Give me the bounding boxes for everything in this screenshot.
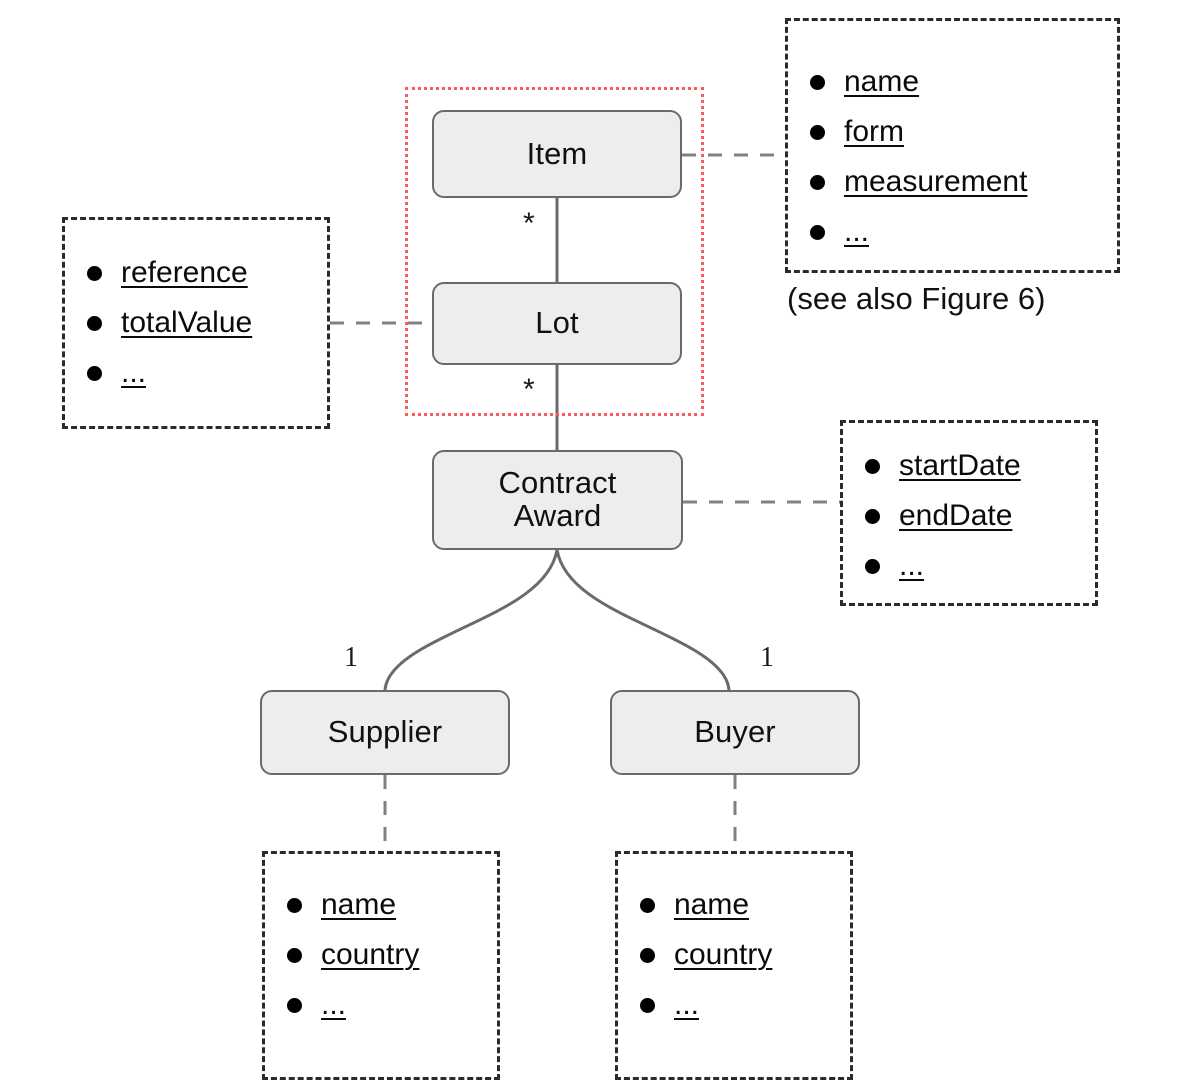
bullet-icon <box>810 125 825 140</box>
attribute-list-item: ... <box>287 990 491 1020</box>
attribute-list-item: ... <box>865 551 1089 581</box>
node-supplier[interactable]: Supplier <box>260 690 510 775</box>
attribute-list-item: form <box>810 117 1111 147</box>
note-supplier-attributes: name country ... <box>262 851 500 1080</box>
edge-contract-award-buyer <box>555 549 731 691</box>
node-buyer-label: Buyer <box>694 714 776 750</box>
attribute-label: reference <box>121 256 248 289</box>
attribute-list-item: country <box>287 940 491 970</box>
attribute-label: ... <box>899 549 925 582</box>
node-lot[interactable]: Lot <box>432 282 682 365</box>
attribute-label: ... <box>674 988 700 1021</box>
attribute-list-item: endDate <box>865 501 1089 531</box>
node-item[interactable]: Item <box>432 110 682 198</box>
bullet-icon <box>865 459 880 474</box>
attribute-label: ... <box>321 988 347 1021</box>
multiplicity-item-lot: * <box>523 207 535 240</box>
attribute-label: name <box>844 65 920 98</box>
attribute-list-item: name <box>640 890 844 920</box>
bullet-icon <box>287 998 302 1013</box>
note-lot-attributes: reference totalValue ... <box>62 217 330 429</box>
attribute-label: ... <box>121 356 147 389</box>
bullet-icon <box>87 366 102 381</box>
node-buyer[interactable]: Buyer <box>610 690 860 775</box>
node-supplier-label: Supplier <box>327 714 443 750</box>
node-lot-label: Lot <box>535 305 579 341</box>
node-contract-award[interactable]: Contract Award <box>432 450 683 550</box>
attribute-label: form <box>844 115 904 148</box>
uml-class-diagram: Item Lot Contract Award Supplier Buyer *… <box>0 0 1200 1083</box>
edge-contract-award-supplier <box>383 549 559 691</box>
bullet-icon <box>287 948 302 963</box>
attribute-list-item: reference <box>87 258 321 288</box>
bullet-icon <box>287 898 302 913</box>
multiplicity-supplier: 1 <box>344 642 358 673</box>
bullet-icon <box>810 175 825 190</box>
bullet-icon <box>865 509 880 524</box>
node-contract-award-label: Contract Award <box>498 465 617 533</box>
bullet-icon <box>865 559 880 574</box>
attribute-list-item: ... <box>87 358 321 388</box>
bullet-icon <box>640 948 655 963</box>
bullet-icon <box>810 225 825 240</box>
attribute-list-item: totalValue <box>87 308 321 338</box>
attribute-list-item: ... <box>640 990 844 1020</box>
note-item-attributes: name form measurement ... <box>785 18 1120 273</box>
bullet-icon <box>87 266 102 281</box>
bullet-icon <box>640 898 655 913</box>
note-buyer-attributes: name country ... <box>615 851 853 1080</box>
figure-reference-caption: (see also Figure 6) <box>787 281 1046 316</box>
bullet-icon <box>810 75 825 90</box>
attribute-label: country <box>674 938 773 971</box>
bullet-icon <box>87 316 102 331</box>
node-item-label: Item <box>526 135 588 171</box>
multiplicity-buyer: 1 <box>760 642 774 673</box>
attribute-label: name <box>674 888 750 921</box>
attribute-label: endDate <box>899 499 1013 532</box>
attribute-label: measurement <box>844 165 1028 198</box>
attribute-list-item: name <box>810 67 1111 97</box>
attribute-list-item: country <box>640 940 844 970</box>
attribute-label: startDate <box>899 449 1021 482</box>
attribute-list-item: startDate <box>865 451 1089 481</box>
attribute-label: totalValue <box>121 306 253 339</box>
attribute-label: name <box>321 888 397 921</box>
attribute-label: ... <box>844 215 870 248</box>
attribute-label: country <box>321 938 420 971</box>
note-contract-award-attributes: startDate endDate ... <box>840 420 1098 606</box>
attribute-list-item: measurement <box>810 167 1111 197</box>
attribute-list-item: name <box>287 890 491 920</box>
attribute-list-item: ... <box>810 217 1111 247</box>
multiplicity-lot-contract-award: * <box>523 373 535 406</box>
bullet-icon <box>640 998 655 1013</box>
